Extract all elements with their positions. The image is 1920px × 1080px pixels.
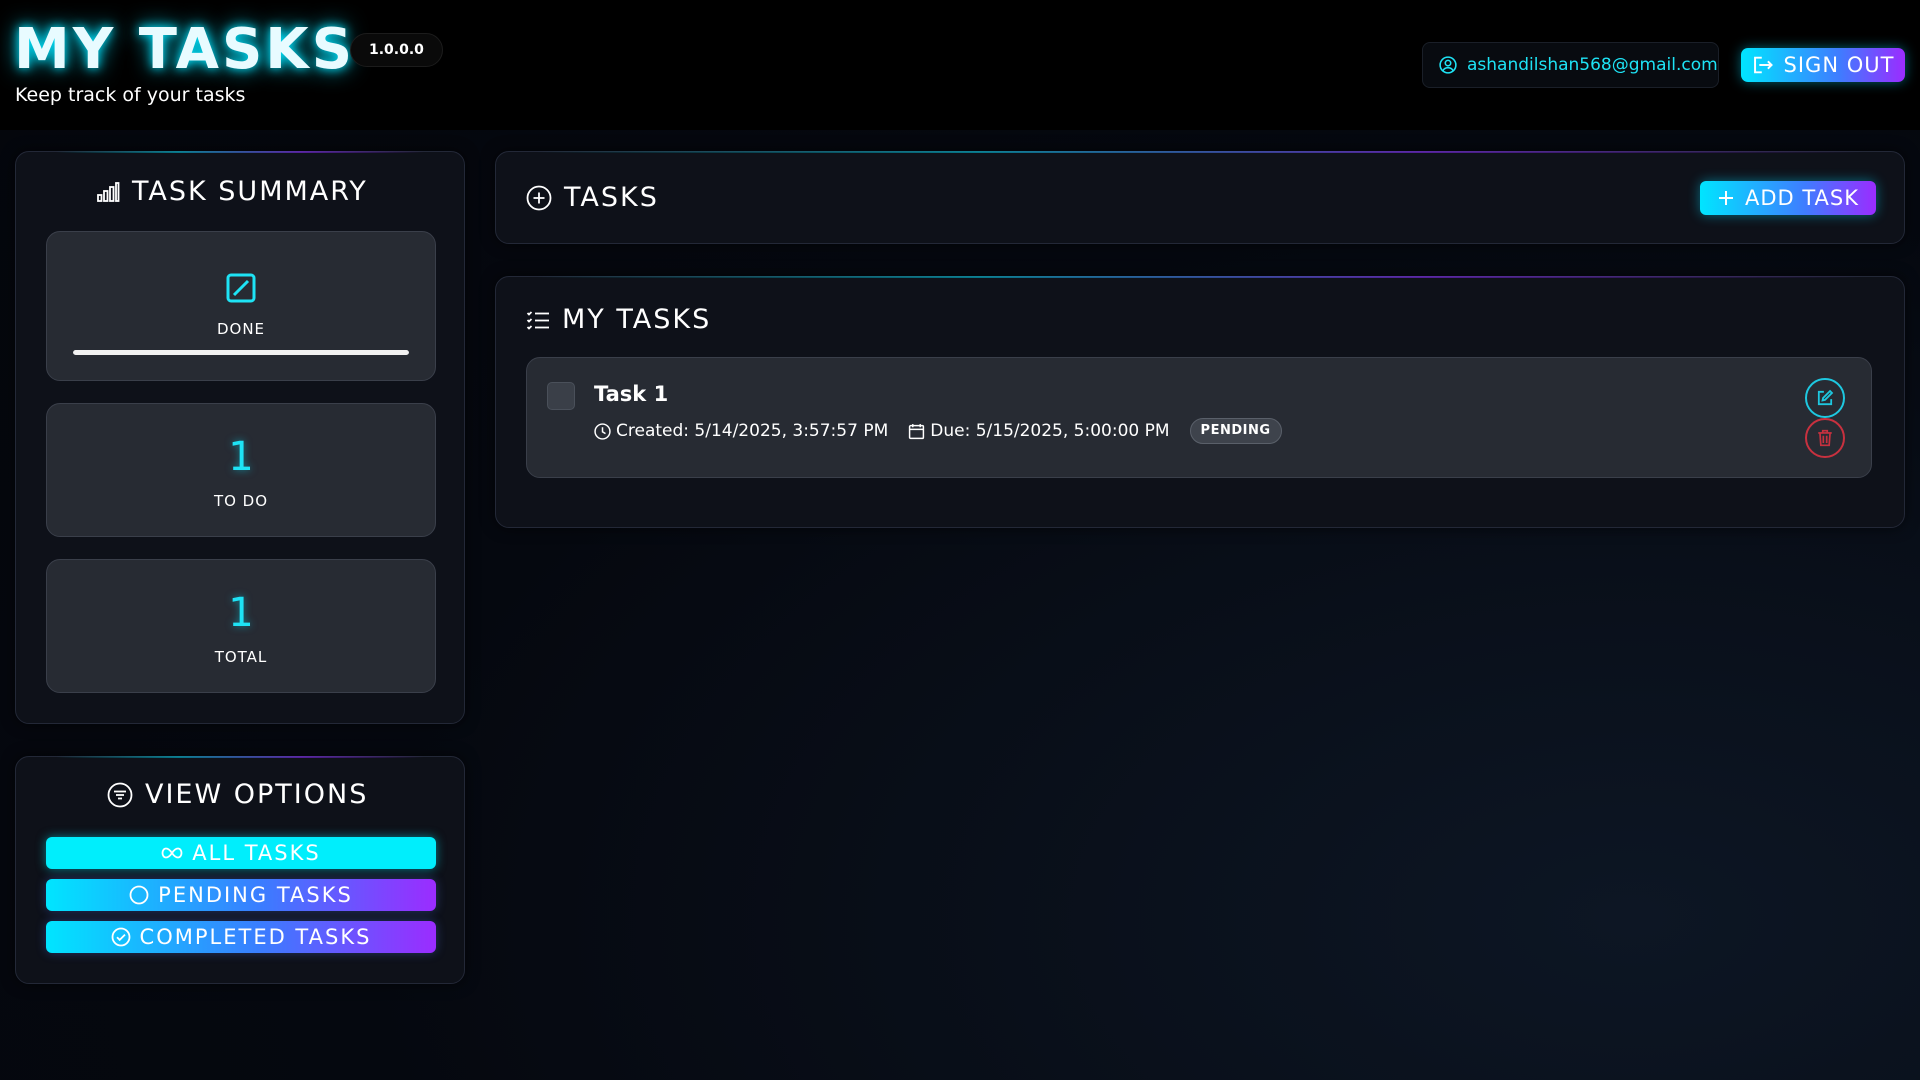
slash-square-icon — [226, 273, 256, 303]
app-title: MY TASKS — [14, 17, 356, 82]
infinity-icon — [161, 847, 183, 859]
trash-icon — [1818, 429, 1832, 447]
task-summary-panel: TASK SUMMARY DONE 1 TO DO 1 TOTAL — [15, 151, 465, 724]
add-task-button[interactable]: ADD TASK — [1700, 181, 1876, 215]
calendar-icon — [909, 423, 925, 439]
check-circle-icon — [111, 927, 130, 947]
plus-circle-icon — [526, 185, 552, 210]
pencil-square-icon — [1817, 389, 1834, 406]
edit-task-button[interactable] — [1805, 378, 1845, 418]
user-account-pill: ashandilshan568@gmail.com — [1422, 42, 1719, 88]
task-item: Task 1 Created: 5/14/2025, 3:57:57 PM Du… — [526, 357, 1872, 478]
task-created-text: Created: 5/14/2025, 3:57:57 PM — [616, 421, 889, 441]
done-stat-card: DONE — [46, 231, 436, 381]
tasks-header-panel: TASKS ADD TASK — [495, 151, 1905, 244]
add-task-label: ADD TASK — [1744, 186, 1860, 210]
my-tasks-title-text: MY TASKS — [562, 304, 712, 335]
bar-chart-icon — [97, 181, 120, 202]
task-due-text: Due: 5/15/2025, 5:00:00 PM — [930, 421, 1170, 441]
my-tasks-title: MY TASKS — [526, 304, 711, 335]
my-tasks-panel: MY TASKS Task 1 Created: 5/14/2025, 3:57… — [495, 276, 1905, 528]
total-stat-card: 1 TOTAL — [46, 559, 436, 693]
todo-stat-card: 1 TO DO — [46, 403, 436, 537]
delete-task-button[interactable] — [1805, 418, 1845, 458]
pending-tasks-filter-button[interactable]: PENDING TASKS — [46, 879, 436, 911]
pending-tasks-label: PENDING TASKS — [158, 883, 353, 907]
view-options-title-text: VIEW OPTIONS — [145, 779, 369, 810]
tasks-header-title-text: TASKS — [564, 182, 659, 213]
tasks-header-title: TASKS — [526, 182, 659, 213]
sign-out-label: SIGN OUT — [1783, 53, 1895, 77]
todo-label: TO DO — [213, 492, 269, 510]
all-tasks-label: ALL TASKS — [192, 841, 321, 865]
task-summary-title-text: TASK SUMMARY — [132, 176, 368, 207]
list-check-icon — [526, 310, 549, 330]
total-value: 1 — [228, 590, 254, 636]
view-options-panel: VIEW OPTIONS ALL TASKS PENDING TASKS COM… — [15, 756, 465, 984]
task-summary-title: TASK SUMMARY — [96, 176, 368, 207]
app-header: MY TASKS 1.0.0.0 Keep track of your task… — [0, 0, 1920, 130]
task-due: Due: 5/15/2025, 5:00:00 PM — [908, 421, 1170, 441]
done-progress-bar — [73, 350, 409, 355]
task-complete-checkbox[interactable] — [547, 382, 575, 410]
plus-icon — [1718, 191, 1733, 205]
user-circle-icon — [1439, 56, 1457, 74]
total-label: TOTAL — [214, 648, 268, 666]
completed-tasks-label: COMPLETED TASKS — [139, 925, 372, 949]
filter-circle-icon — [107, 782, 133, 807]
clock-icon — [594, 422, 611, 440]
completed-tasks-filter-button[interactable]: COMPLETED TASKS — [46, 921, 436, 953]
task-meta: Created: 5/14/2025, 3:57:57 PM Due: 5/15… — [594, 418, 1282, 444]
view-options-title: VIEW OPTIONS — [107, 779, 368, 810]
task-title: Task 1 — [594, 382, 669, 406]
done-label: DONE — [216, 320, 266, 338]
todo-value: 1 — [228, 434, 254, 480]
box-arrow-right-icon — [1753, 56, 1773, 74]
circle-icon — [129, 885, 149, 905]
done-progress-fill — [73, 350, 409, 355]
all-tasks-filter-button[interactable]: ALL TASKS — [46, 837, 436, 869]
app-subtitle: Keep track of your tasks — [15, 84, 246, 106]
status-badge: PENDING — [1189, 418, 1282, 444]
user-email: ashandilshan568@gmail.com — [1467, 55, 1718, 75]
task-created: Created: 5/14/2025, 3:57:57 PM — [594, 421, 888, 441]
sign-out-button[interactable]: SIGN OUT — [1741, 48, 1905, 82]
version-badge: 1.0.0.0 — [350, 33, 443, 67]
